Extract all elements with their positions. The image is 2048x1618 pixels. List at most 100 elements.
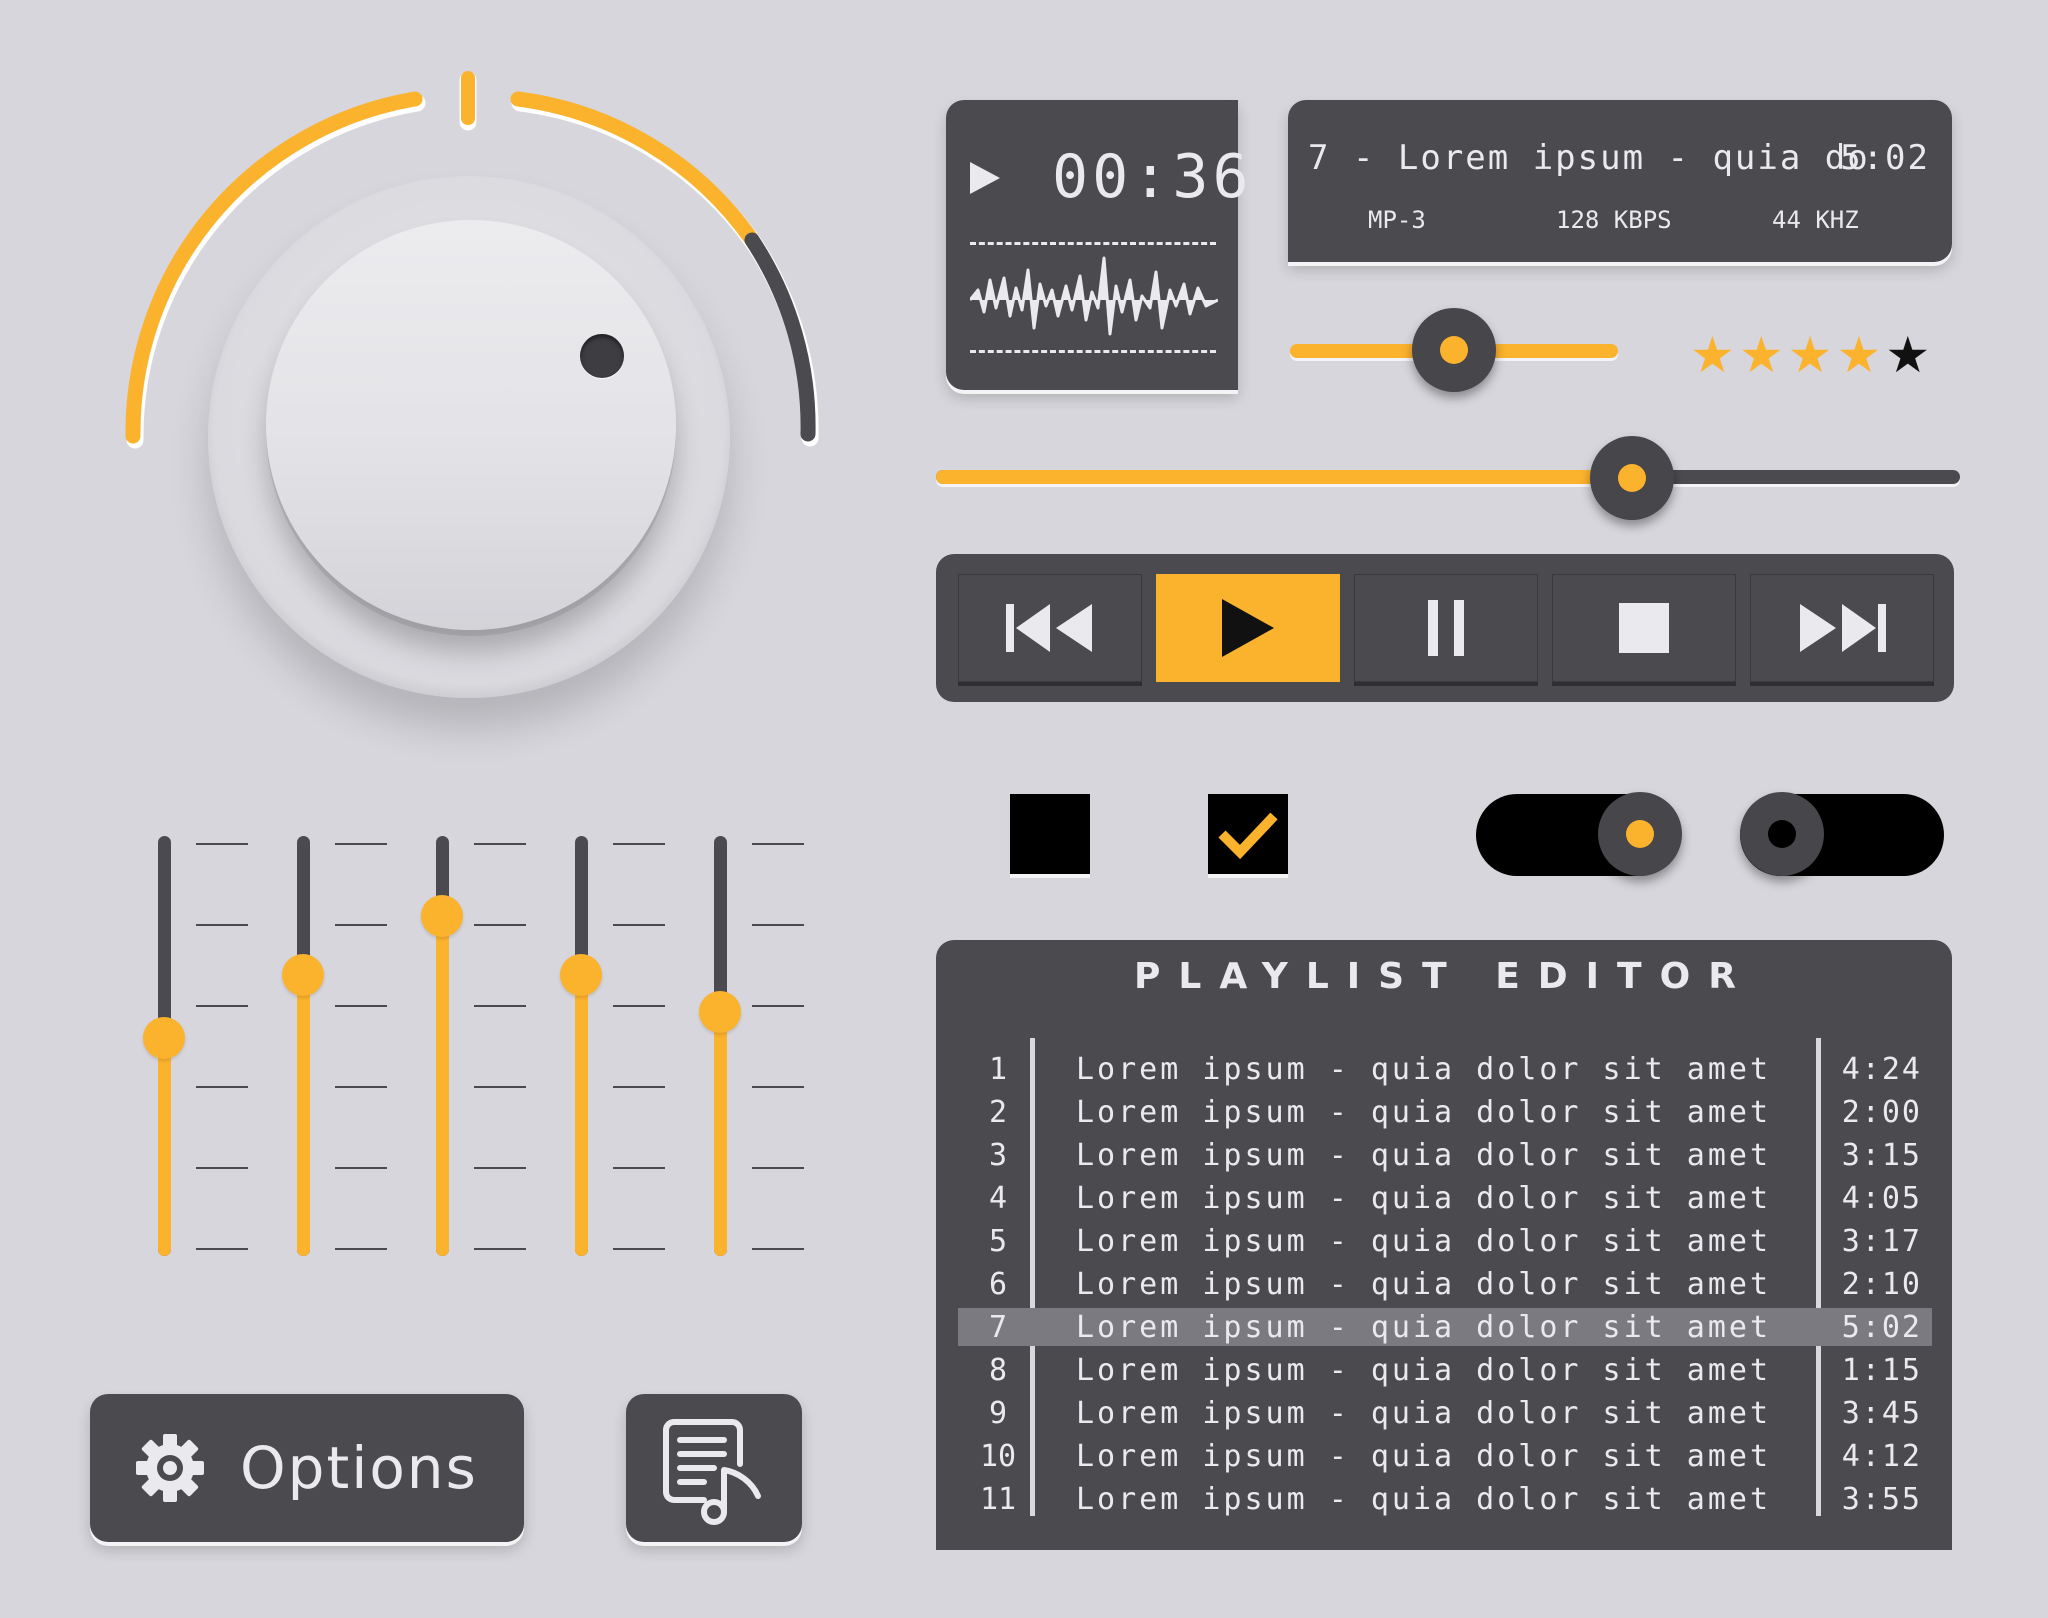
track-duration: 3:17 xyxy=(1841,1223,1922,1259)
pause-button[interactable] xyxy=(1354,574,1538,682)
playlist-row[interactable]: 1 Lorem ipsum - quia dolor sit amet 4:24 xyxy=(958,1050,1932,1088)
pause-icon xyxy=(1428,600,1464,656)
track-number: 6 xyxy=(988,1266,1008,1302)
eq-thumb[interactable] xyxy=(421,894,463,937)
track-title: Lorem ipsum - quia dolor sit amet xyxy=(1076,1180,1772,1216)
transport-controls xyxy=(936,554,1954,702)
seek-progress xyxy=(936,470,1633,484)
eq-tick xyxy=(335,1005,387,1007)
playlist-button[interactable] xyxy=(626,1394,802,1542)
checkbox-unchecked[interactable] xyxy=(1010,794,1090,874)
playlist-row[interactable]: 2 Lorem ipsum - quia dolor sit amet 2:00 xyxy=(958,1093,1932,1131)
track-title: Lorem ipsum - quia dolor sit amet xyxy=(1076,1094,1772,1130)
audio-format: MP-3 xyxy=(1368,206,1426,234)
track-title: Lorem ipsum - quia dolor sit amet xyxy=(1076,1309,1772,1345)
track-number: 5 xyxy=(988,1223,1008,1259)
playlist-row[interactable]: 8 Lorem ipsum - quia dolor sit amet 1:15 xyxy=(958,1351,1932,1389)
playlist-row[interactable]: 6 Lorem ipsum - quia dolor sit amet 2:10 xyxy=(958,1265,1932,1303)
star-icon[interactable]: ★ xyxy=(1836,326,1881,384)
eq-tick xyxy=(474,1167,526,1169)
seek-thumb[interactable] xyxy=(1590,436,1675,520)
eq-tick xyxy=(752,1086,804,1088)
elapsed-time: 00:36 xyxy=(1052,142,1253,212)
eq-tick xyxy=(196,924,248,926)
eq-slider-4[interactable] xyxy=(575,836,588,1256)
star-icon[interactable]: ★ xyxy=(1788,326,1833,384)
track-number: 4 xyxy=(988,1180,1008,1216)
track-title: Lorem ipsum - quia dolor sit amet xyxy=(1076,1051,1772,1087)
balance-slider[interactable] xyxy=(1290,308,1618,392)
eq-tick xyxy=(613,843,665,845)
toggle-on[interactable] xyxy=(1476,792,1682,876)
playlist-row[interactable]: 5 Lorem ipsum - quia dolor sit amet 3:17 xyxy=(958,1222,1932,1260)
track-title: Lorem ipsum - quia dolor sit amet xyxy=(1076,1223,1772,1259)
eq-tick xyxy=(335,843,387,845)
play-button[interactable] xyxy=(1156,574,1340,682)
rewind-button[interactable] xyxy=(958,574,1142,682)
eq-thumb[interactable] xyxy=(560,953,602,996)
equalizer xyxy=(0,0,900,1300)
fast-forward-button[interactable] xyxy=(1750,574,1934,682)
eq-tick xyxy=(335,1086,387,1088)
eq-thumb[interactable] xyxy=(143,1016,185,1059)
rating[interactable]: ★★★★★ xyxy=(1690,326,1934,384)
playlist-row[interactable]: 7 Lorem ipsum - quia dolor sit amet 5:02 xyxy=(958,1308,1932,1346)
play-icon xyxy=(1222,599,1274,657)
playlist-row[interactable]: 3 Lorem ipsum - quia dolor sit amet 3:15 xyxy=(958,1136,1932,1174)
eq-tick xyxy=(474,1248,526,1250)
eq-fill xyxy=(575,974,588,1256)
track-duration: 5:02 xyxy=(1841,1309,1922,1345)
track-title: Lorem ipsum - quia dolor sit amet xyxy=(1076,1266,1772,1302)
track-number: 3 xyxy=(988,1137,1008,1173)
star-icon[interactable]: ★ xyxy=(1690,326,1735,384)
track-number: 10 xyxy=(979,1438,1017,1474)
playlist-editor: PLAYLIST EDITOR 1 Lorem ipsum - quia dolo… xyxy=(936,940,1952,1550)
eq-tick xyxy=(752,1248,804,1250)
rewind-icon xyxy=(1006,604,1092,652)
playlist-header: PLAYLIST EDITOR xyxy=(936,940,1952,1014)
eq-tick xyxy=(196,843,248,845)
track-number: 8 xyxy=(988,1352,1008,1388)
eq-tick xyxy=(196,1248,248,1250)
playlist-body: 1 Lorem ipsum - quia dolor sit amet 4:24 2 L… xyxy=(936,1014,1952,1550)
eq-tick xyxy=(613,924,665,926)
stop-icon xyxy=(1619,603,1669,653)
playlist-row[interactable]: 11 Lorem ipsum - quia dolor sit amet 3:55 xyxy=(958,1480,1932,1518)
playlist-music-icon xyxy=(663,1419,761,1525)
eq-tick xyxy=(752,843,804,845)
eq-slider-5[interactable] xyxy=(714,836,727,1256)
fast-forward-icon xyxy=(1800,604,1886,652)
eq-tick xyxy=(335,924,387,926)
star-icon[interactable]: ★ xyxy=(1885,326,1930,384)
stop-button[interactable] xyxy=(1552,574,1736,682)
eq-fill xyxy=(714,1012,727,1256)
playlist-row[interactable]: 9 Lorem ipsum - quia dolor sit amet 3:45 xyxy=(958,1394,1932,1432)
gear-icon xyxy=(136,1434,204,1502)
track-duration: 2:10 xyxy=(1841,1266,1922,1302)
track-number: 11 xyxy=(979,1481,1017,1517)
checkbox-checked[interactable] xyxy=(1208,794,1288,874)
eq-thumb[interactable] xyxy=(282,953,324,996)
track-title: Lorem ipsum - quia dolor sit amet xyxy=(1076,1395,1772,1431)
track-duration: 5:02 xyxy=(1840,138,1930,178)
star-icon[interactable]: ★ xyxy=(1739,326,1784,384)
track-number: 2 xyxy=(988,1094,1008,1130)
track-duration: 3:45 xyxy=(1841,1395,1922,1431)
eq-tick xyxy=(474,1086,526,1088)
eq-slider-2[interactable] xyxy=(297,836,310,1256)
options-button[interactable]: Options xyxy=(90,1394,524,1542)
sample-rate: 44 KHZ xyxy=(1772,206,1859,234)
toggle-thumb xyxy=(1740,792,1824,876)
balance-thumb[interactable] xyxy=(1412,308,1496,392)
toggle-off[interactable] xyxy=(1740,792,1944,876)
playlist-row[interactable]: 10 Lorem ipsum - quia dolor sit amet 4:12 xyxy=(958,1437,1932,1475)
eq-tick xyxy=(474,1005,526,1007)
eq-thumb[interactable] xyxy=(699,991,741,1034)
eq-tick xyxy=(335,1167,387,1169)
track-title: Lorem ipsum - quia dolor sit amet xyxy=(1076,1438,1772,1474)
track-title: Lorem ipsum - quia dolor sit amet xyxy=(1076,1137,1772,1173)
seek-bar[interactable] xyxy=(936,436,1960,520)
eq-tick xyxy=(474,924,526,926)
playlist-row[interactable]: 4 Lorem ipsum - quia dolor sit amet 4:05 xyxy=(958,1179,1932,1217)
track-duration: 4:05 xyxy=(1841,1180,1922,1216)
